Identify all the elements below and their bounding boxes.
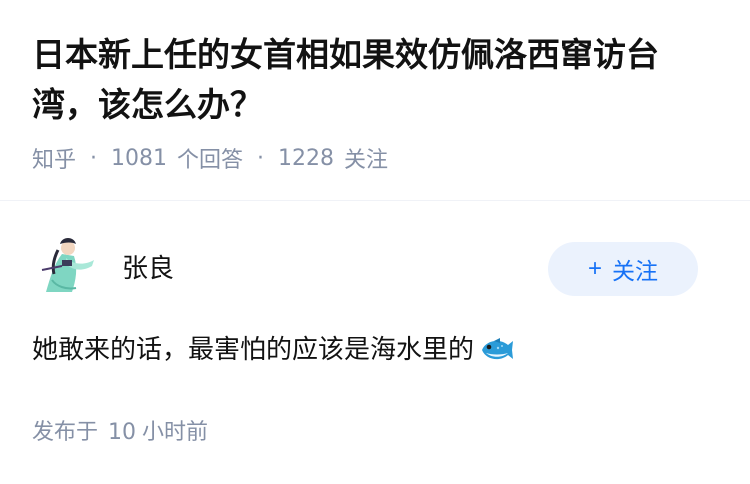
question-header: 日本新上任的女首相如果效仿佩洛西窜访台湾，该怎么办？ 知乎 · 1081 个回答… [32, 30, 722, 174]
author-row: 张良 + 关注 [32, 230, 718, 310]
published-time: 发布于 10 小时前 [32, 414, 718, 446]
question-meta: 知乎 · 1081 个回答 · 1228 关注 [32, 142, 722, 174]
published-prefix: 发布于 [32, 420, 99, 445]
follow-button[interactable]: + 关注 [548, 242, 698, 296]
meta-separator: · [257, 145, 265, 171]
plus-icon: + [587, 255, 602, 282]
answer-count: 1081 [111, 145, 168, 171]
avatar[interactable] [32, 230, 104, 302]
answer-content[interactable]: 她敢来的话，最害怕的应该是海水里的 [32, 330, 718, 370]
section-divider [0, 200, 750, 201]
author-name[interactable]: 张良 [122, 248, 174, 285]
published-value: 10 [108, 420, 137, 445]
answer-count-label[interactable]: 个回答 [177, 142, 243, 174]
question-title[interactable]: 日本新上任的女首相如果效仿佩洛西窜访台湾，该怎么办？ [32, 30, 722, 130]
follow-button-label: 关注 [612, 258, 658, 284]
fish-icon [478, 335, 514, 365]
published-suffix: 小时前 [142, 420, 209, 445]
avatar-figure-icon [32, 230, 104, 302]
answer-text: 她敢来的话，最害怕的应该是海水里的 [32, 335, 475, 365]
follow-count-label: 关注 [344, 148, 389, 173]
follow-count: 1228 [278, 145, 335, 171]
meta-separator: · [90, 145, 98, 171]
source-label[interactable]: 知乎 [32, 142, 76, 174]
answer-card: 张良 + 关注 她敢来的话，最害怕的应该是海水里的 发布于 10 小时前 [32, 230, 718, 446]
